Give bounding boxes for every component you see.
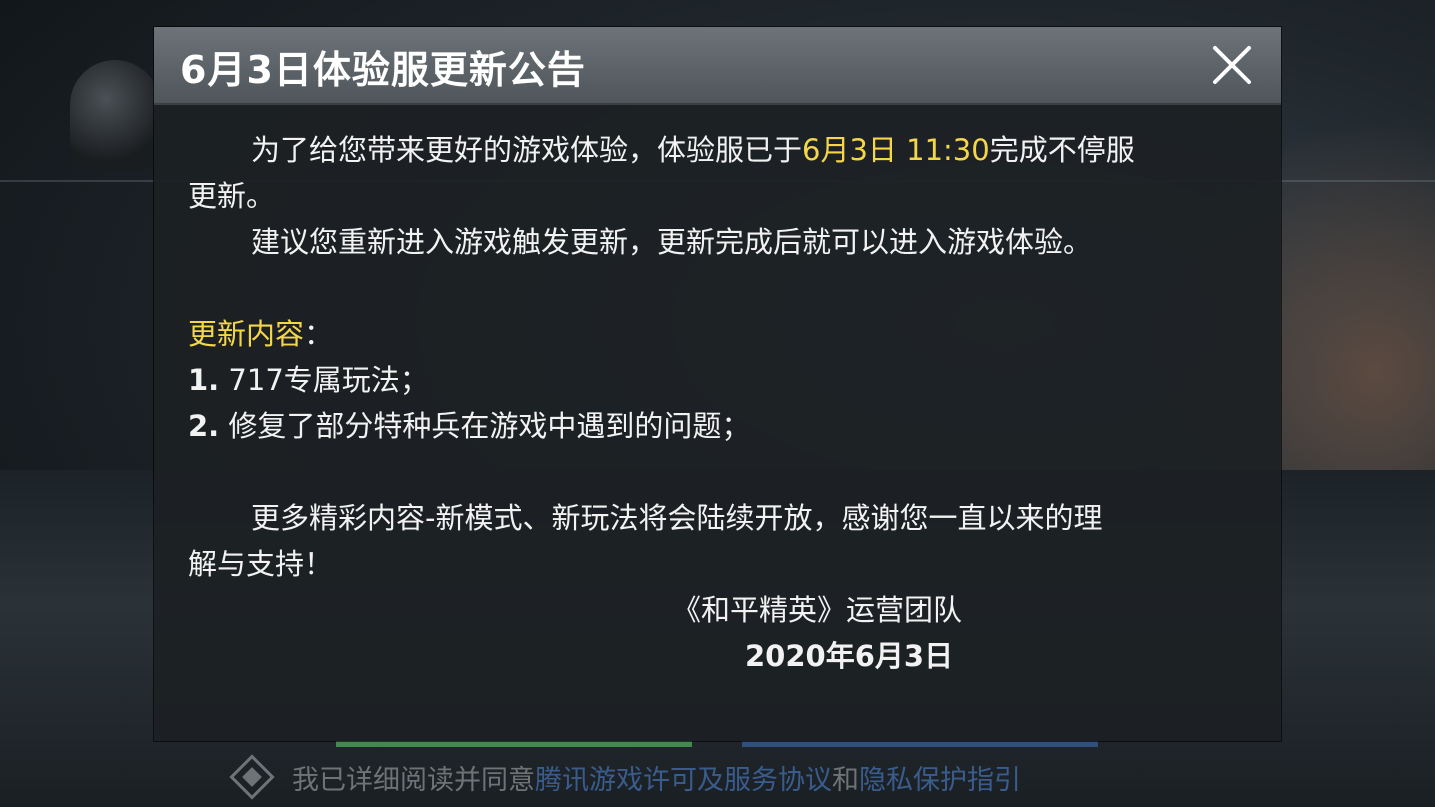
update-time-highlight: 6月3日 11:30 [802,133,990,167]
background-helmet-image [70,60,160,170]
signature-date: 2020年6月3日 [745,639,954,673]
announcement-body: 为了给您带来更好的游戏体验，体验服已于6月3日 11:30完成不停服 更新。 建… [188,127,1248,679]
dialog-header: 6月3日体验服更新公告 [154,27,1281,105]
agreement-and: 和 [832,764,859,796]
paragraph-1-text: 为了给您带来更好的游戏体验，体验服已于 [251,133,803,167]
agreement-checkbox-icon[interactable] [229,754,275,800]
paragraph-2: 建议您重新进入游戏触发更新，更新完成后就可以进入游戏体验。 [251,225,1093,259]
paragraph-1-suffix: 完成不停服 [989,133,1135,167]
update-heading-label: 更新内容 [188,317,305,351]
agreement-row[interactable]: 我已详细阅读并同意 腾讯游戏许可及服务协议 和 隐私保护指引 [229,752,1021,802]
update-item-number: 2. [188,409,220,443]
paragraph-3-line-2: 解与支持！ [188,547,334,581]
paragraph-3-line-1: 更多精彩内容-新模式、新玩法将会陆续开放，感谢您一直以来的理 [251,501,1103,535]
background-blue-button [742,741,1098,747]
update-item-text: 717专属玩法； [219,363,429,397]
announcement-dialog: 6月3日体验服更新公告 为了给您带来更好的游戏体验，体验服已于6月3日 11:3… [154,27,1281,741]
dialog-title: 6月3日体验服更新公告 [180,48,586,92]
update-item-text: 修复了部分特种兵在游戏中遇到的问题； [219,409,751,443]
update-heading: 更新内容： [188,311,1248,357]
privacy-guide-link[interactable]: 隐私保护指引 [859,758,1021,797]
update-item-number: 1. [188,363,220,397]
update-item-1: 1. 717专属玩法； [188,357,1248,403]
update-item-2: 2. 修复了部分特种兵在游戏中遇到的问题； [188,403,1248,449]
background-green-button [336,741,692,747]
signature-team: 《和平精英》运营团队 [672,593,963,627]
paragraph-1-line-2: 更新。 [188,179,276,213]
update-heading-colon: ： [304,317,334,351]
paragraph-1-line-1: 为了给您带来更好的游戏体验，体验服已于6月3日 11:30完成不停服 [188,127,1248,173]
close-icon[interactable] [1211,44,1253,86]
agreement-prefix: 我已详细阅读并同意 [292,764,535,796]
license-agreement-link[interactable]: 腾讯游戏许可及服务协议 [535,758,832,797]
